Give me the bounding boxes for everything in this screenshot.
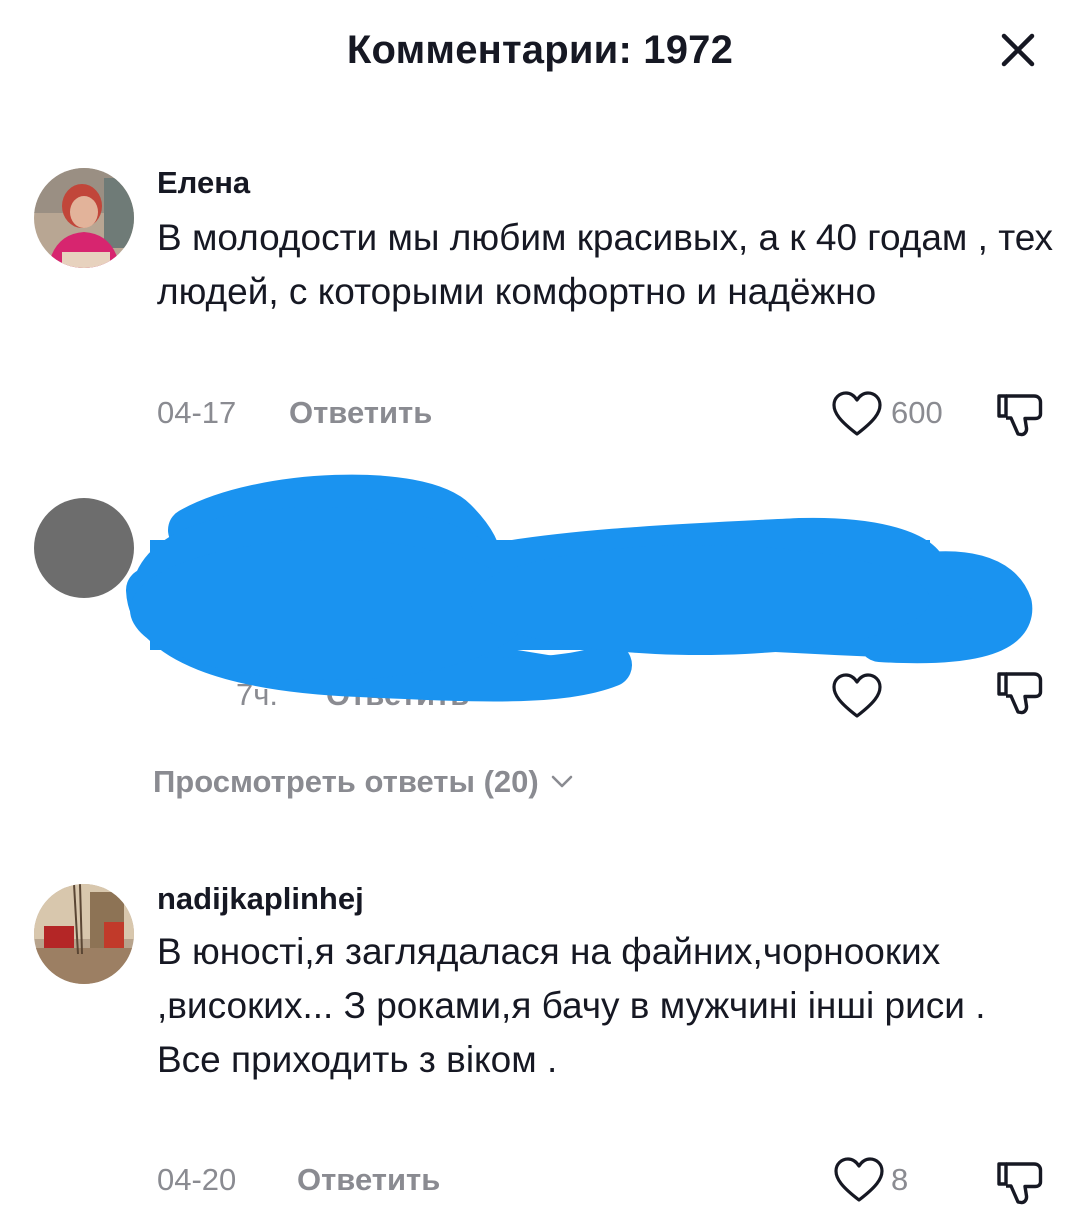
view-replies-button[interactable]: Просмотреть ответы (20) — [153, 764, 573, 800]
like-button[interactable] — [832, 1156, 886, 1204]
dislike-icon — [997, 1162, 1043, 1205]
comment-username[interactable]: Елена — [157, 165, 250, 201]
close-icon — [1001, 33, 1035, 67]
comment-text: В молодости мы любим красивых, а к 40 го… — [157, 217, 1053, 312]
dislike-icon — [997, 394, 1043, 437]
avatar[interactable] — [34, 168, 134, 268]
like-count: 600 — [891, 395, 943, 430]
like-button[interactable] — [830, 390, 884, 438]
avatar[interactable] — [34, 884, 134, 984]
redaction-scribble — [126, 474, 1033, 702]
reply-button[interactable]: Ответить — [289, 395, 432, 431]
comment-username[interactable]: nadijkaplinhej — [157, 881, 364, 917]
close-button[interactable] — [994, 28, 1042, 76]
dislike-button[interactable] — [994, 390, 1046, 442]
comment-text: В юності,я заглядалася на файних,чорноок… — [157, 931, 986, 1080]
heart-icon — [834, 1157, 884, 1202]
page-title: Комментарии: 1972 — [346, 28, 734, 72]
heart-icon — [832, 391, 882, 436]
comment-date: 04-17 — [157, 395, 237, 430]
view-replies-label: Просмотреть ответы (20) — [153, 764, 539, 799]
dislike-button[interactable] — [994, 1158, 1046, 1210]
chevron-down-icon — [551, 775, 573, 788]
